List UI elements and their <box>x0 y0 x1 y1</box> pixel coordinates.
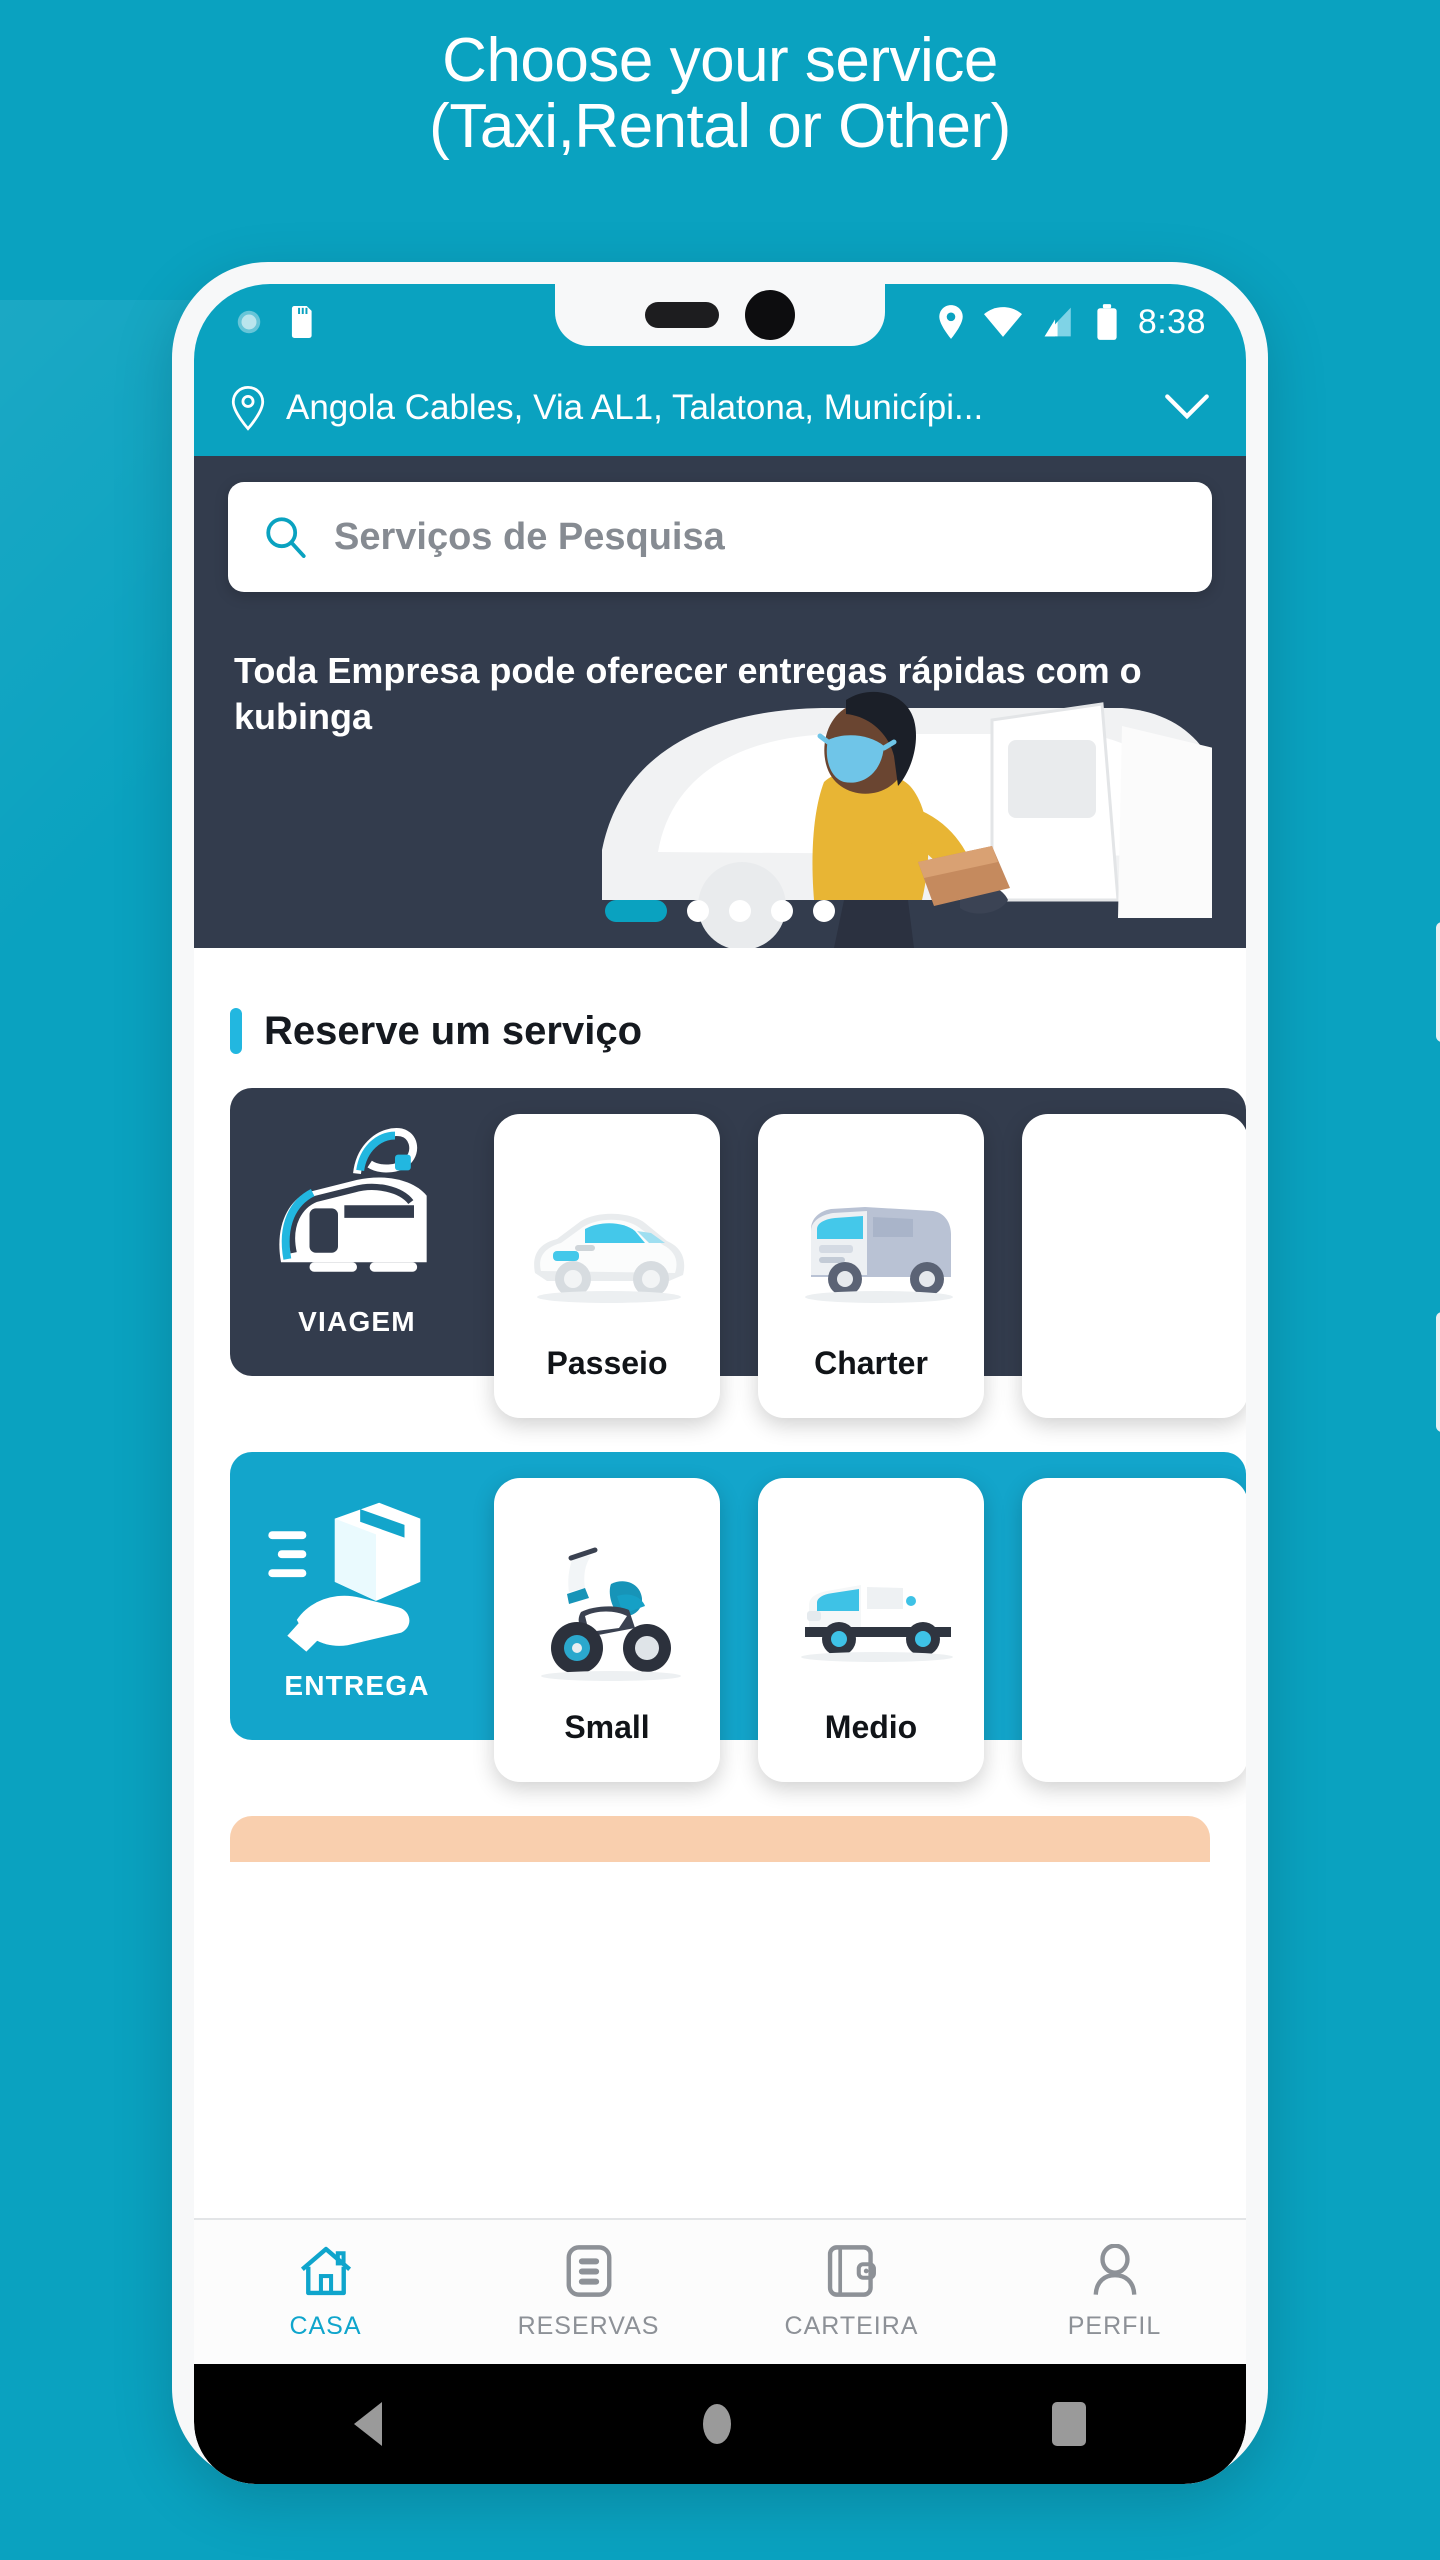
home-icon <box>300 2246 351 2295</box>
phone-frame: 8:38 Angola Cables, Via AL1, Talatona, M… <box>172 262 1440 2484</box>
power-button[interactable] <box>1436 922 1440 1042</box>
wifi-icon <box>983 307 1022 337</box>
carousel-dot[interactable] <box>729 900 751 922</box>
service-card-medio[interactable]: Medio <box>758 1478 984 1782</box>
carousel-dot[interactable] <box>771 900 793 922</box>
service-brand-entrega[interactable]: ENTREGA <box>230 1452 484 1740</box>
status-bar-right-icons: 8:38 <box>938 303 1206 342</box>
section-title-text: Reserve um serviço <box>264 1008 643 1053</box>
service-brand-label: VIAGEM <box>298 1306 416 1337</box>
nav-item-label: RESERVAS <box>517 2311 660 2340</box>
service-card-label: Medio <box>824 1709 918 1745</box>
nav-item-label: CASA <box>289 2311 362 2340</box>
bottom-navigation: CASA RESERVAS CARTEIRA PERFIL <box>194 2218 1246 2364</box>
next-section-teaser <box>230 1816 1210 1862</box>
list-icon <box>566 2244 611 2297</box>
service-row-viagem: VIAGEM Passeio Charter <box>194 1088 1246 1428</box>
taxi-icon <box>279 1128 427 1272</box>
delivery-van-icon <box>801 1578 953 1662</box>
earpiece-speaker <box>645 302 719 328</box>
wallet-icon <box>827 2244 876 2297</box>
nav-item-perfil[interactable]: PERFIL <box>983 2243 1246 2341</box>
service-card-label: Charter <box>814 1345 928 1381</box>
service-card-label: Small <box>564 1709 650 1745</box>
hero-section: Serviços de Pesquisa Toda Empresa pode o… <box>194 456 1246 948</box>
main-content: Reserve um serviço VIAGEM Passeio Charte… <box>194 948 1246 1862</box>
android-navigation-bar <box>194 2364 1246 2484</box>
service-card-passeio[interactable]: Passeio <box>494 1114 720 1418</box>
phone-notch <box>555 284 885 346</box>
carousel-dot-active[interactable] <box>605 900 667 922</box>
search-icon <box>266 517 306 558</box>
carousel-dot[interactable] <box>813 900 835 922</box>
service-card-partial[interactable] <box>1022 1478 1246 1782</box>
page-title: Choose your service (Taxi,Rental or Othe… <box>0 28 1440 159</box>
nav-item-casa[interactable]: CASA <box>194 2244 457 2341</box>
card-image <box>494 1508 720 1709</box>
location-address: Angola Cables, Via AL1, Talatona, Municí… <box>286 388 984 427</box>
promo-text: Toda Empresa pode oferecer entregas rápi… <box>234 650 1142 738</box>
accent-bar <box>230 1008 242 1054</box>
page-title-line1: Choose your service <box>442 26 998 95</box>
minibus-icon <box>805 1206 953 1303</box>
front-camera <box>745 290 795 340</box>
location-bar[interactable]: Angola Cables, Via AL1, Talatona, Municí… <box>194 360 1246 456</box>
home-circle-icon[interactable] <box>702 2404 731 2444</box>
card-image <box>1022 1508 1246 1746</box>
carousel-dot[interactable] <box>687 900 709 922</box>
nav-item-carteira[interactable]: CARTEIRA <box>720 2244 983 2341</box>
service-card-charter[interactable]: Charter <box>758 1114 984 1418</box>
location-pin-icon <box>939 305 963 339</box>
side-button[interactable] <box>1436 1312 1440 1432</box>
back-icon[interactable] <box>354 2402 383 2446</box>
carousel-indicator[interactable] <box>605 900 835 922</box>
service-card-partial[interactable] <box>1022 1114 1246 1418</box>
card-image <box>494 1144 720 1345</box>
search-input-placeholder[interactable]: Serviços de Pesquisa <box>334 516 725 559</box>
nav-item-label: CARTEIRA <box>784 2311 919 2340</box>
status-bar-left-icons <box>234 306 316 338</box>
page-title-line2: (Taxi,Rental or Other) <box>429 91 1011 161</box>
card-image <box>1022 1144 1246 1382</box>
service-card-small[interactable]: Small <box>494 1478 720 1782</box>
service-row-entrega: ENTREGA Small Medio <box>194 1452 1246 1792</box>
card-image <box>758 1508 984 1709</box>
sync-icon <box>237 310 261 334</box>
phone-screen: 8:38 Angola Cables, Via AL1, Talatona, M… <box>194 284 1246 2484</box>
signal-icon <box>1044 307 1071 337</box>
service-cards-entrega: Small Medio <box>494 1478 1246 1782</box>
status-bar: 8:38 <box>194 284 1246 360</box>
battery-icon <box>1097 304 1117 340</box>
package-hand-icon <box>268 1502 421 1652</box>
service-brand-label: ENTREGA <box>284 1670 430 1701</box>
card-image <box>758 1144 984 1345</box>
nav-item-reservas[interactable]: RESERVAS <box>457 2244 720 2341</box>
small-car-icon <box>534 1213 685 1303</box>
status-bar-clock: 8:38 <box>1137 302 1206 341</box>
person-icon <box>1093 2243 1136 2295</box>
recents-icon[interactable] <box>1051 2402 1086 2446</box>
sd-card-icon <box>291 306 312 338</box>
section-header: Reserve um serviço <box>194 952 1246 1088</box>
nav-item-label: PERFIL <box>1067 2311 1162 2340</box>
promo-banner[interactable]: Toda Empresa pode oferecer entregas rápi… <box>228 600 1212 948</box>
scooter-icon <box>541 1547 681 1681</box>
service-brand-viagem[interactable]: VIAGEM <box>230 1088 484 1376</box>
service-card-label: Passeio <box>546 1345 668 1381</box>
chevron-down-icon[interactable] <box>1164 393 1210 423</box>
service-cards-viagem: Passeio Charter <box>494 1114 1246 1418</box>
search-bar[interactable]: Serviços de Pesquisa <box>228 482 1212 592</box>
location-pin-icon <box>231 385 265 431</box>
